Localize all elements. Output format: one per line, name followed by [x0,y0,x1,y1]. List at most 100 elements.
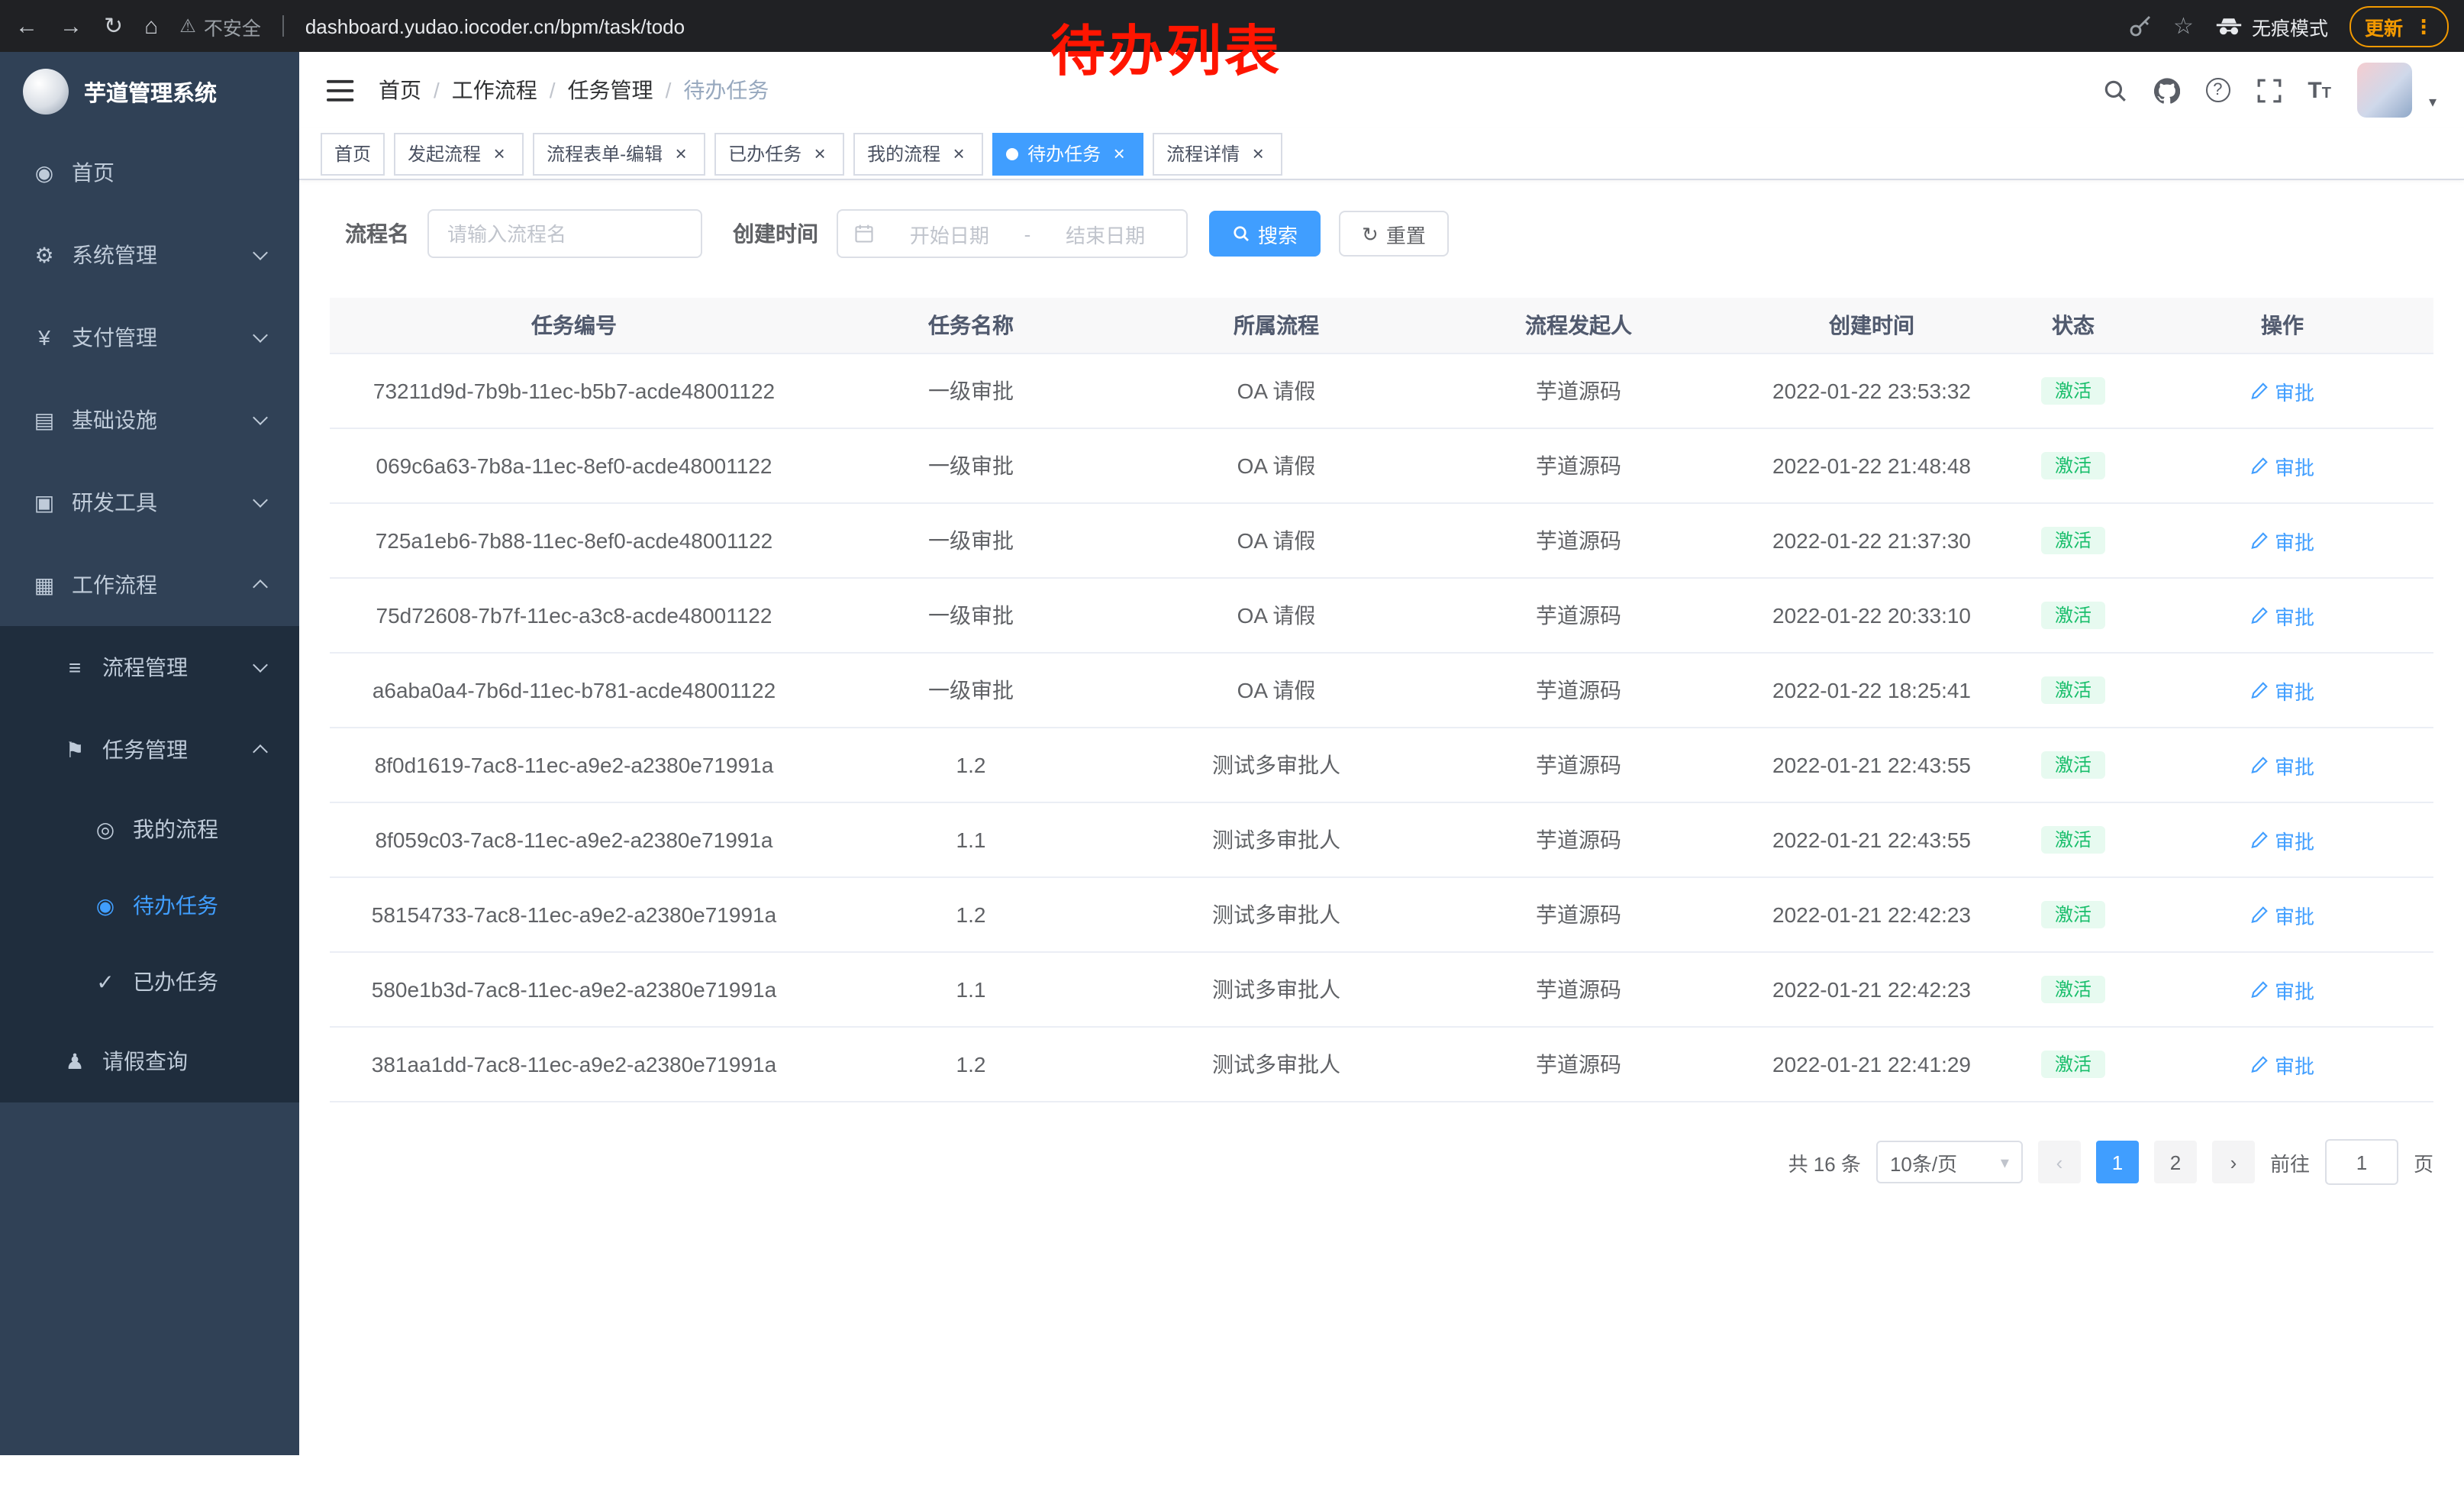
kebab-menu-icon[interactable]: ⋮ [2414,16,2433,36]
url-text[interactable]: dashboard.yudao.iocoder.cn/bpm/task/todo [305,15,685,37]
approve-link[interactable]: 审批 [2250,900,2314,929]
help-icon[interactable]: ? [2205,78,2230,102]
search-icon[interactable] [2101,77,2127,103]
cell-task-id: 381aa1dd-7ac8-11ec-a9e2-a2380e71991a [330,1028,818,1101]
close-icon[interactable]: × [1108,143,1130,164]
reset-button[interactable]: ↻ 重置 [1339,211,1449,257]
tab-form-edit[interactable]: 流程表单-编辑× [533,132,705,175]
home-icon[interactable]: ⌂ [144,15,158,37]
edit-icon [2250,831,2269,849]
sidebar-item-infrastructure[interactable]: ▤基础设施 [0,379,299,461]
cell-status: 激活 [2015,579,2131,652]
refresh-icon[interactable]: ↻ [104,15,123,37]
sidebar: 芋道管理系统 ◉首页⚙系统管理¥支付管理▤基础设施▣研发工具▦工作流程≡流程管理… [0,52,299,1455]
cell-create-time: 2022-01-22 21:48:48 [1728,429,2015,502]
prev-page-button[interactable]: ‹ [2038,1141,2081,1183]
sidebar-item-payment[interactable]: ¥支付管理 [0,296,299,379]
approve-label: 审批 [2275,975,2314,1004]
cell-task-name: 一级审批 [818,429,1124,502]
github-icon[interactable] [2153,77,2179,103]
sidebar-item-todo-task[interactable]: ◉待办任务 [0,867,299,944]
update-button[interactable]: 更新 ⋮ [2350,5,2449,47]
approve-link[interactable]: 审批 [2250,825,2314,854]
sidebar-item-dev-tools[interactable]: ▣研发工具 [0,461,299,544]
approve-link[interactable]: 审批 [2250,676,2314,705]
breadcrumb-item[interactable]: 任务管理 [568,75,653,105]
approve-link[interactable]: 审批 [2250,526,2314,555]
edit-icon [2250,905,2269,924]
cell-create-time: 2022-01-21 22:43:55 [1728,728,2015,802]
forward-icon[interactable]: → [60,15,82,37]
goto-label: 前往 [2270,1148,2310,1177]
sidebar-item-system[interactable]: ⚙系统管理 [0,214,299,296]
close-icon[interactable]: × [948,143,969,164]
close-icon[interactable]: × [489,143,510,164]
breadcrumb-item[interactable]: 首页 [379,75,421,105]
page-size-select[interactable]: 10条/页 ▾ [1876,1141,2023,1183]
task-mgmt-icon: ⚑ [61,737,89,763]
search-button[interactable]: 搜索 [1209,211,1321,257]
process-name-label: 流程名 [345,218,409,249]
sidebar-item-label: 已办任务 [133,967,218,997]
security-indicator[interactable]: ⚠ 不安全 [179,11,261,40]
sidebar-item-done-task[interactable]: ✓已办任务 [0,944,299,1020]
sidebar-item-process-mgmt[interactable]: ≡流程管理 [0,626,299,709]
table-row: 8f059c03-7ac8-11ec-a9e2-a2380e71991a1.1测… [330,803,2433,878]
cell-status: 激活 [2015,354,2131,428]
cell-task-id: 8f059c03-7ac8-11ec-a9e2-a2380e71991a [330,803,818,876]
breadcrumb-item[interactable]: 工作流程 [452,75,537,105]
tab-done-task[interactable]: 已办任务× [714,132,844,175]
sidebar-item-my-process[interactable]: ◎我的流程 [0,791,299,867]
reset-icon: ↻ [1362,224,1379,244]
approve-link[interactable]: 审批 [2250,601,2314,630]
sidebar-item-home[interactable]: ◉首页 [0,131,299,214]
create-time-label: 创建时间 [733,218,818,249]
user-avatar[interactable] [2357,63,2412,118]
tab-label: 首页 [334,140,371,166]
bookmark-star-icon[interactable]: ☆ [2173,12,2194,40]
tab-process-detail[interactable]: 流程详情× [1153,132,1282,175]
approve-link[interactable]: 审批 [2250,750,2314,780]
approve-label: 审批 [2275,526,2314,555]
cell-task-id: 8f0d1619-7ac8-11ec-a9e2-a2380e71991a [330,728,818,802]
cell-initiator: 芋道源码 [1429,728,1728,802]
approve-link[interactable]: 审批 [2250,975,2314,1004]
cell-task-name: 一级审批 [818,504,1124,577]
approve-link[interactable]: 审批 [2250,1050,2314,1079]
chevron-down-icon [253,328,268,343]
font-size-icon[interactable]: TT [2308,77,2331,103]
cell-task-id: 069c6a63-7b8a-11ec-8ef0-acde48001122 [330,429,818,502]
goto-page-input[interactable] [2325,1139,2398,1185]
date-range-picker[interactable]: 开始日期 - 结束日期 [837,209,1188,258]
sidebar-item-workflow[interactable]: ▦工作流程 [0,544,299,626]
app-title: 芋道管理系统 [84,76,217,108]
sidebar-item-leave-query[interactable]: ♟请假查询 [0,1020,299,1102]
next-page-button[interactable]: › [2212,1141,2255,1183]
back-icon[interactable]: ← [15,15,38,37]
close-icon[interactable]: × [670,143,692,164]
tab-start-process[interactable]: 发起流程× [394,132,524,175]
chevron-down-icon[interactable]: ▾ [2429,95,2437,118]
hamburger-icon[interactable] [327,79,354,102]
status-badge: 激活 [2041,602,2105,629]
page-button-1[interactable]: 1 [2096,1141,2139,1183]
process-name-input[interactable] [427,209,702,258]
password-key-icon[interactable] [2127,14,2152,38]
cell-initiator: 芋道源码 [1429,953,1728,1026]
sidebar-item-task-mgmt[interactable]: ⚑任务管理 [0,709,299,791]
cell-task-name: 1.2 [818,728,1124,802]
tab-todo-task[interactable]: 待办任务 × [992,132,1143,175]
fullscreen-icon[interactable] [2256,77,2282,103]
tab-my-process[interactable]: 我的流程× [853,132,983,175]
approve-link[interactable]: 审批 [2250,376,2314,405]
approve-link[interactable]: 审批 [2250,451,2314,480]
close-icon[interactable]: × [1247,143,1269,164]
tab-label: 待办任务 [1027,140,1101,166]
cell-task-name: 一级审批 [818,579,1124,652]
page-button-2[interactable]: 2 [2154,1141,2197,1183]
update-label: 更新 [2365,11,2403,40]
edit-icon [2250,531,2269,550]
close-icon[interactable]: × [809,143,830,164]
logo[interactable]: 芋道管理系统 [0,52,299,131]
tab-home[interactable]: 首页 [321,132,385,175]
